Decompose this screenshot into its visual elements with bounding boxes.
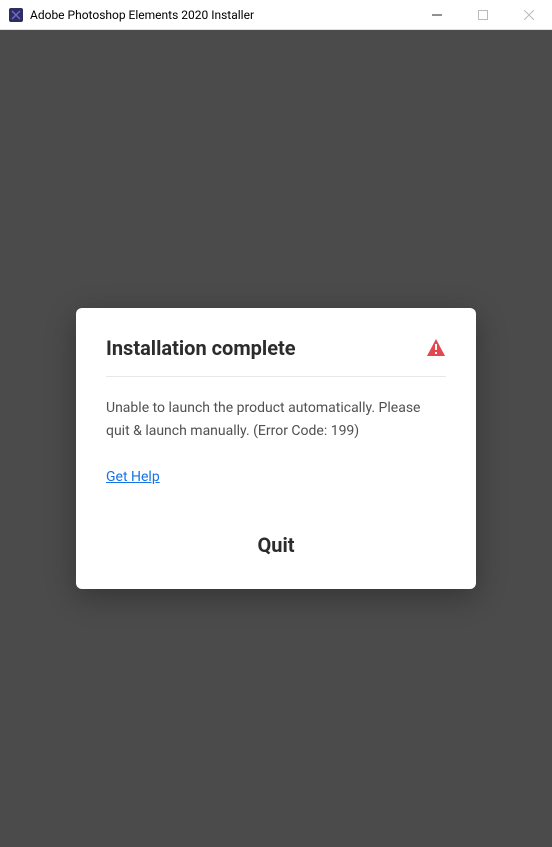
installer-content: Installation complete Unable to launch t… [0,30,552,847]
app-icon [8,7,24,23]
dialog-header: Installation complete [106,336,446,377]
maximize-button [460,0,506,29]
window-title: Adobe Photoshop Elements 2020 Installer [30,8,414,22]
warning-icon [426,338,446,358]
minimize-button[interactable] [414,0,460,29]
dialog-message: Unable to launch the product automatical… [106,397,446,442]
close-button[interactable] [506,0,552,29]
quit-button[interactable]: Quit [237,525,314,565]
completion-dialog: Installation complete Unable to launch t… [76,308,476,589]
dialog-actions: Quit [106,525,446,565]
dialog-title: Installation complete [106,336,296,360]
get-help-link[interactable]: Get Help [106,469,160,485]
window-controls [414,0,552,29]
titlebar: Adobe Photoshop Elements 2020 Installer [0,0,552,30]
